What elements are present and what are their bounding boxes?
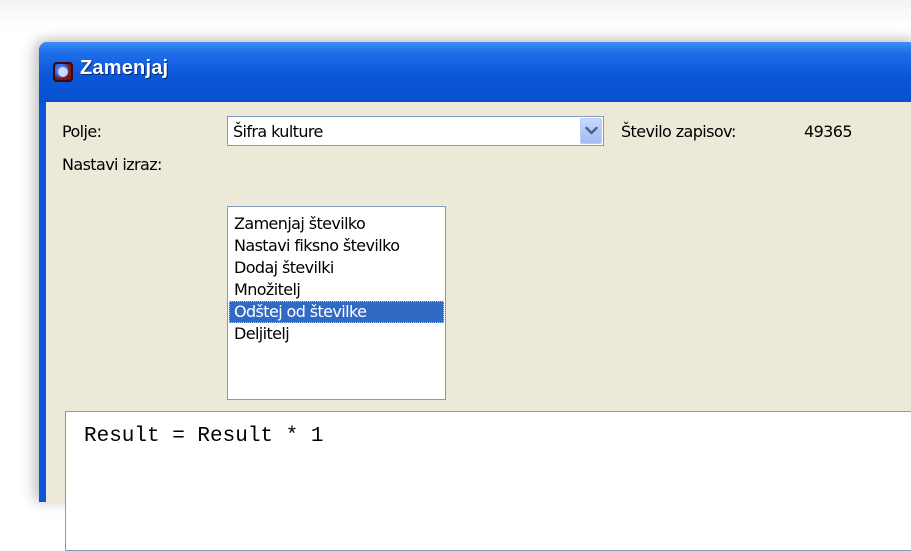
dialog-client-area: Polje: Šifra kulture Število zapisov: 49… xyxy=(46,102,911,551)
expression-text: Result = Result * 1 xyxy=(84,425,324,448)
list-item-set-fixed-number[interactable]: Nastavi fiksno številko xyxy=(229,235,444,257)
chevron-down-icon xyxy=(585,126,598,135)
field-select-dropdown-button[interactable] xyxy=(580,118,602,144)
field-label: Polje: xyxy=(62,122,102,141)
field-select[interactable]: Šifra kulture xyxy=(227,116,604,146)
record-count-value: 49365 xyxy=(804,122,853,141)
replace-dialog: Zamenjaj Polje: Šifra kulture Število za… xyxy=(39,42,911,551)
record-count-label: Število zapisov: xyxy=(621,122,736,141)
window-title: Zamenjaj xyxy=(80,57,169,79)
list-item-multiplier[interactable]: Množitelj xyxy=(229,279,444,301)
expression-label: Nastavi izraz: xyxy=(62,155,162,174)
expression-editor[interactable]: Result = Result * 1 xyxy=(65,411,911,551)
title-bar[interactable]: Zamenjaj xyxy=(39,42,911,102)
list-item-divisor[interactable]: Deljitelj xyxy=(229,323,444,345)
app-globe-icon[interactable] xyxy=(53,62,73,82)
expression-listbox[interactable]: Zamenjaj številko Nastavi fiksno številk… xyxy=(227,206,446,400)
list-item-subtract-from-number[interactable]: Odštej od številke xyxy=(229,301,444,323)
list-item-add-to-number[interactable]: Dodaj številki xyxy=(229,257,444,279)
field-select-value: Šifra kulture xyxy=(233,122,323,141)
list-item-replace-number[interactable]: Zamenjaj številko xyxy=(229,213,444,235)
